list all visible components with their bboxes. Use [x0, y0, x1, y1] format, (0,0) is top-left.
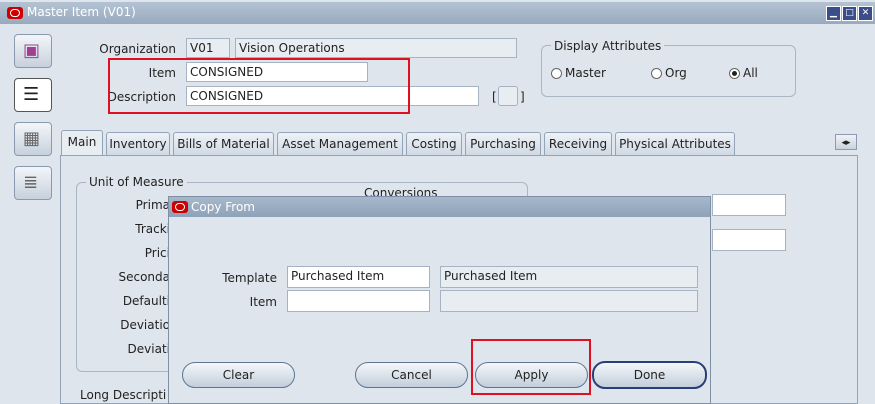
uom-group-title: Unit of Measure	[86, 175, 187, 189]
deviation-factor-label: Deviatio	[120, 318, 170, 332]
organization-code-field[interactable]: V01	[186, 38, 230, 58]
highlight-box-item	[108, 58, 410, 114]
window-titlebar: Master Item (V01) ▁ □ ✕	[0, 2, 875, 24]
document-list-icon[interactable]: ☰	[14, 78, 52, 112]
radio-org-label: Org	[665, 66, 687, 80]
template-description-field[interactable]: Purchased Item	[440, 266, 698, 288]
tab-scroll-icon[interactable]: ◂▸	[835, 134, 857, 150]
template-label: Template	[222, 271, 277, 285]
list-tool-icon[interactable]: ≣	[14, 166, 52, 200]
right-field-2[interactable]	[712, 229, 786, 251]
primary-label: Prima	[135, 198, 170, 212]
long-description-label: Long Descripti	[80, 388, 167, 402]
tab-physical-attributes[interactable]: Physical Attributes	[615, 132, 735, 156]
defaulting-label: Defaulti	[122, 294, 170, 308]
bracket-open: [	[492, 90, 497, 104]
deviation-factor-label-2: Deviati	[127, 342, 170, 356]
right-field-1[interactable]	[712, 194, 786, 216]
dialog-item-field[interactable]	[287, 290, 430, 312]
done-button[interactable]: Done	[592, 361, 707, 389]
dialog-titlebar: Copy From	[169, 197, 710, 217]
radio-master[interactable]: Master	[551, 66, 606, 80]
folder-tool-icon[interactable]: ▣	[14, 34, 52, 68]
template-field[interactable]: Purchased Item	[287, 266, 430, 288]
highlight-box-apply	[471, 339, 591, 395]
cancel-button[interactable]: Cancel	[355, 362, 468, 388]
calculator-tool-icon[interactable]: ▦	[14, 122, 52, 156]
radio-all[interactable]: All	[729, 66, 758, 80]
tab-costing[interactable]: Costing	[406, 132, 462, 156]
tab-receiving[interactable]: Receiving	[544, 132, 612, 156]
tab-inventory[interactable]: Inventory	[106, 132, 170, 156]
oracle-logo-icon	[7, 7, 23, 19]
dialog-item-label: Item	[249, 295, 277, 309]
clear-button[interactable]: Clear	[182, 362, 295, 388]
radio-master-label: Master	[565, 66, 606, 80]
secondary-label: Seconda	[118, 270, 170, 284]
radio-all-label: All	[743, 66, 758, 80]
radio-org[interactable]: Org	[651, 66, 687, 80]
bracket-close: ]	[520, 90, 525, 104]
organization-label: Organization	[99, 42, 176, 56]
tab-main[interactable]: Main	[61, 130, 103, 156]
pricing-label: Prici	[144, 246, 170, 260]
flexfield-button[interactable]	[498, 86, 518, 106]
oracle-logo-icon	[172, 201, 188, 213]
tab-purchasing[interactable]: Purchasing	[465, 132, 541, 156]
tracking-label: Tracki	[135, 222, 170, 236]
dialog-title: Copy From	[191, 200, 255, 214]
tab-asset-management[interactable]: Asset Management	[277, 132, 403, 156]
window-title: Master Item (V01)	[27, 5, 136, 19]
minimize-icon[interactable]: ▁	[826, 6, 841, 21]
display-attributes-title: Display Attributes	[551, 39, 665, 53]
master-item-window: Master Item (V01) ▁ □ ✕ ▣ ☰ ▦ ≣ Organiza…	[0, 0, 875, 404]
dialog-item-description-field[interactable]	[440, 290, 698, 312]
organization-name-field[interactable]: Vision Operations	[235, 38, 517, 58]
tab-bills-of-material[interactable]: Bills of Material	[173, 132, 274, 156]
close-icon[interactable]: ✕	[858, 6, 873, 21]
maximize-icon[interactable]: □	[842, 6, 857, 21]
copy-from-dialog: Copy From Template Purchased Item Purcha…	[168, 196, 711, 404]
